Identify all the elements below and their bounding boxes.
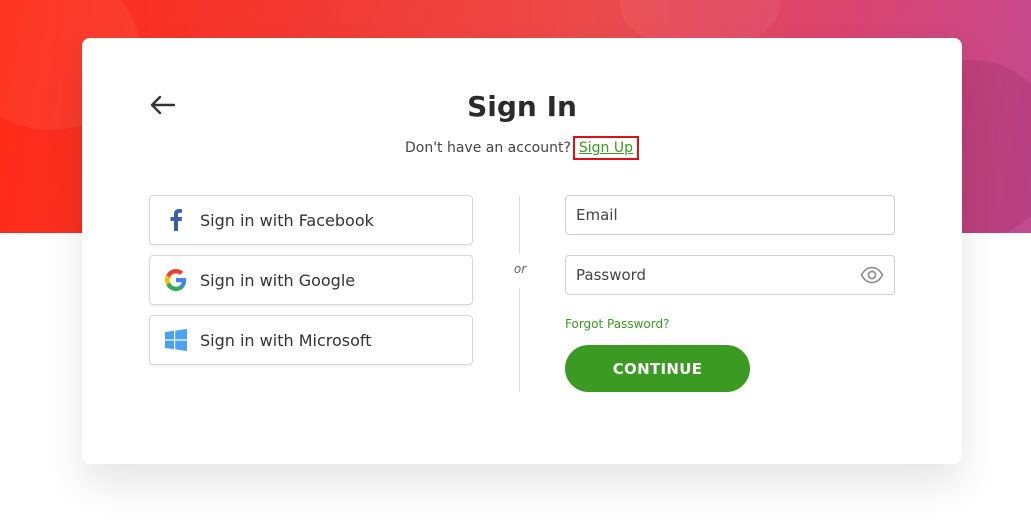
vertical-divider (519, 288, 520, 392)
email-field-container (565, 195, 895, 235)
sign-up-link[interactable]: Sign Up (572, 136, 640, 160)
signup-prompt: Don't have an account? Sign Up (82, 136, 962, 160)
facebook-icon (164, 208, 188, 232)
eye-icon[interactable] (860, 265, 884, 285)
or-separator: or (513, 262, 527, 276)
microsoft-icon (164, 328, 188, 352)
microsoft-signin-label: Sign in with Microsoft (200, 330, 372, 350)
password-field-container (565, 255, 895, 295)
continue-button[interactable]: CONTINUE (565, 345, 750, 392)
signup-prompt-text: Don't have an account? (404, 140, 571, 156)
vertical-divider (519, 196, 520, 254)
sign-in-card: Sign In Don't have an account? Sign Up Si… (82, 38, 962, 464)
password-field[interactable] (566, 266, 894, 284)
google-signin-label: Sign in with Google (200, 270, 356, 290)
facebook-signin-label: Sign in with Facebook (200, 210, 374, 230)
google-icon (164, 268, 188, 292)
microsoft-signin-button[interactable]: Sign in with Microsoft (149, 315, 473, 365)
forgot-password-link[interactable]: Forgot Password? (565, 317, 669, 331)
google-signin-button[interactable]: Sign in with Google (149, 255, 473, 305)
facebook-signin-button[interactable]: Sign in with Facebook (149, 195, 473, 245)
email-field[interactable] (566, 206, 894, 224)
page-title: Sign In (467, 90, 577, 123)
